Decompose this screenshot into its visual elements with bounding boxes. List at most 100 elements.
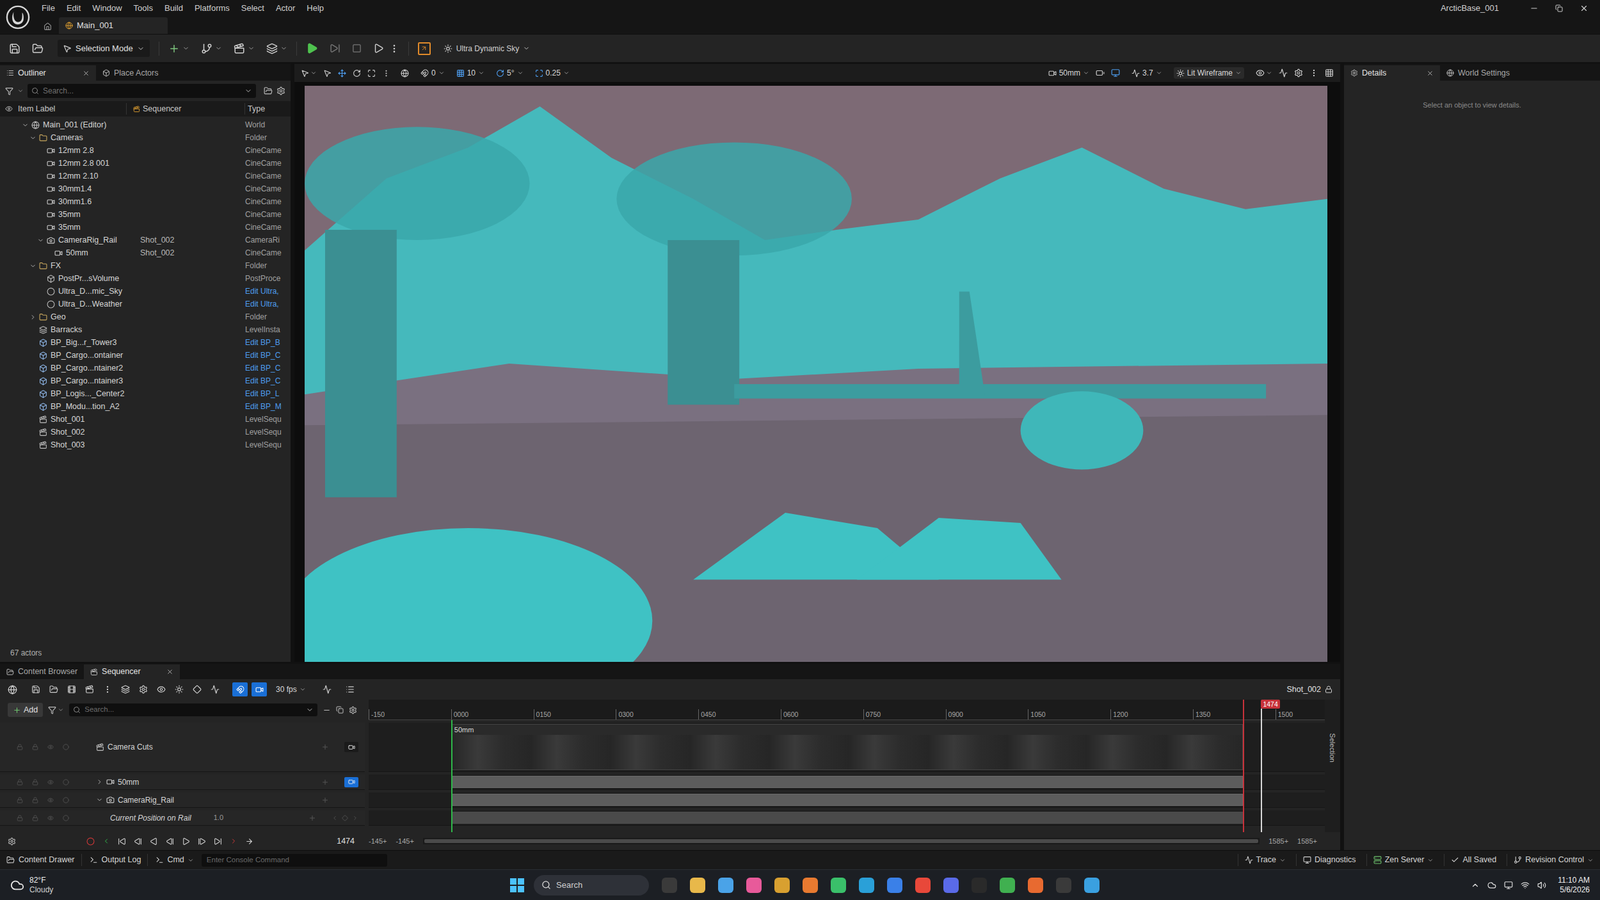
camera-button[interactable]: 50mm [1048,67,1090,79]
mute-icon[interactable] [62,743,70,751]
add-track-icon[interactable] [321,778,329,786]
world-context-icon[interactable] [7,684,18,695]
cinematic-preview-icon[interactable] [1111,68,1120,78]
volume-icon[interactable] [1537,880,1547,890]
layout-icon[interactable] [1324,68,1334,78]
more-icon[interactable] [389,43,400,54]
view-range-thumb[interactable] [424,839,1259,843]
camera-lock-button[interactable] [344,741,359,752]
more-icon[interactable] [1309,68,1319,78]
panel-tab[interactable]: World Settings [1440,65,1517,81]
set-end-icon[interactable] [229,837,238,845]
outliner-row[interactable]: GeoFolder [0,310,291,324]
tray-app-icon[interactable] [1487,880,1497,890]
status-item[interactable]: Revision Control [1506,853,1594,866]
outliner-type-cell[interactable]: Edit BP_C [245,349,281,361]
console-input[interactable]: Enter Console Command [201,853,388,867]
pilot-icon[interactable] [1095,68,1105,78]
panel-tab[interactable]: Place Actors [96,65,165,81]
expander[interactable] [29,134,38,142]
taskbar-app-icon[interactable] [802,877,818,893]
taskbar-app-icon[interactable] [746,877,762,893]
viewport-settings-icon[interactable] [1294,68,1304,78]
track-header[interactable]: CameraRig_Rail [0,792,365,808]
minimize-icon[interactable] [1529,3,1539,13]
current-frame[interactable]: 1474 [336,835,355,848]
outliner-row[interactable]: Shot_001LevelSequ [0,412,291,426]
track-section[interactable] [451,775,1243,788]
outliner-row[interactable]: Ultra_D...WeatherEdit Ultra, [0,297,291,311]
more-icon[interactable] [382,69,391,78]
outliner-row[interactable]: BP_Modu...tion_A2Edit BP_M [0,400,291,413]
blueprint-menu-icon[interactable] [200,42,213,55]
stop-icon[interactable] [352,43,362,54]
mute-icon[interactable] [62,796,70,804]
step-back-icon[interactable] [165,837,175,846]
home-tab[interactable] [35,18,59,34]
track-header[interactable]: Camera Cuts [0,722,365,772]
save-icon[interactable] [8,42,21,55]
menu-item[interactable]: Tools [128,1,159,15]
play-forward-icon[interactable] [181,837,191,846]
taskbar-search[interactable]: Search [533,874,649,896]
launch-icon[interactable] [373,42,384,54]
expand-icon[interactable] [336,705,344,714]
rotate-tool-icon[interactable] [352,69,361,78]
track-section[interactable] [451,793,1243,806]
outliner-row[interactable]: 50mmShot_002CineCame [0,246,291,260]
menu-item[interactable]: Window [86,1,128,15]
taskbar-app-icon[interactable] [689,877,706,893]
cinematics-icon[interactable] [233,42,246,55]
outliner-type-cell[interactable]: Edit BP_C [245,362,281,374]
render-icon[interactable] [67,684,77,694]
property-section[interactable] [451,811,1243,824]
taskbar-app-icon[interactable] [999,877,1016,893]
tray-display-icon[interactable] [1504,880,1513,890]
move-tool-icon[interactable] [337,69,347,78]
weather-widget[interactable]: 82°FCloudy [10,875,510,895]
outliner-row[interactable]: 30mm1.6CineCame [0,195,291,208]
restore-icon[interactable] [1555,4,1563,13]
sky-button[interactable]: Ultra Dynamic Sky [443,42,531,55]
outliner-row[interactable]: BP_Cargo...ontainerEdit BP_C [0,348,291,362]
filter-icon[interactable] [48,705,57,715]
loop-icon[interactable] [245,837,254,846]
menu-item[interactable]: Select [235,1,271,15]
curve-editor-icon[interactable] [322,684,332,694]
panel-tab[interactable]: Details [1344,65,1440,81]
play-reverse-icon[interactable] [149,837,159,846]
sequencer-settings-icon[interactable] [138,684,148,694]
snap-setting[interactable]: 10 [456,67,485,79]
menu-item[interactable]: File [35,1,61,15]
bottom-tab[interactable]: Sequencer [83,664,180,680]
world-space-icon[interactable] [400,69,409,78]
property-value[interactable]: 1.0 [213,812,224,824]
close-tab-icon[interactable] [1426,69,1434,77]
track-header[interactable]: Current Position on Rail1.0 [0,810,365,826]
clock[interactable]: 11:10 AM5/6/2026 [1557,875,1590,895]
add-track-icon[interactable] [321,743,329,751]
sequence-lock-icon[interactable] [1324,685,1333,694]
wifi-icon[interactable] [1520,880,1530,890]
taskbar-app-icon[interactable] [887,877,903,893]
edit-tool-icon[interactable] [210,684,220,694]
actions-icon[interactable] [85,684,95,694]
collapse-icon[interactable] [322,705,331,715]
more-icon[interactable] [103,684,112,694]
expander[interactable] [37,236,45,244]
playback-end-marker[interactable] [1242,699,1245,832]
close-tab-icon[interactable] [166,668,174,676]
play-icon[interactable] [305,42,319,55]
add-track-icon[interactable] [308,814,317,822]
time-ruler[interactable]: -150000001500300045006000750090010501200… [368,699,1325,720]
outliner-row[interactable]: 35mmCineCame [0,220,291,234]
add-key-icon[interactable] [341,814,349,822]
show-flags-icon[interactable] [1255,68,1265,78]
taskbar-app-icon[interactable] [1056,877,1072,893]
outliner-row[interactable]: BP_Big...r_Tower3Edit BP_B [0,336,291,349]
view-end-field[interactable]: 1585+ [1297,835,1318,847]
playback-options-icon[interactable] [7,837,16,846]
outliner-row[interactable]: Ultra_D...mic_SkyEdit Ultra, [0,284,291,298]
outliner-search-field[interactable]: Search... [27,83,256,98]
outliner-type-cell[interactable]: Edit Ultra, [245,298,280,310]
